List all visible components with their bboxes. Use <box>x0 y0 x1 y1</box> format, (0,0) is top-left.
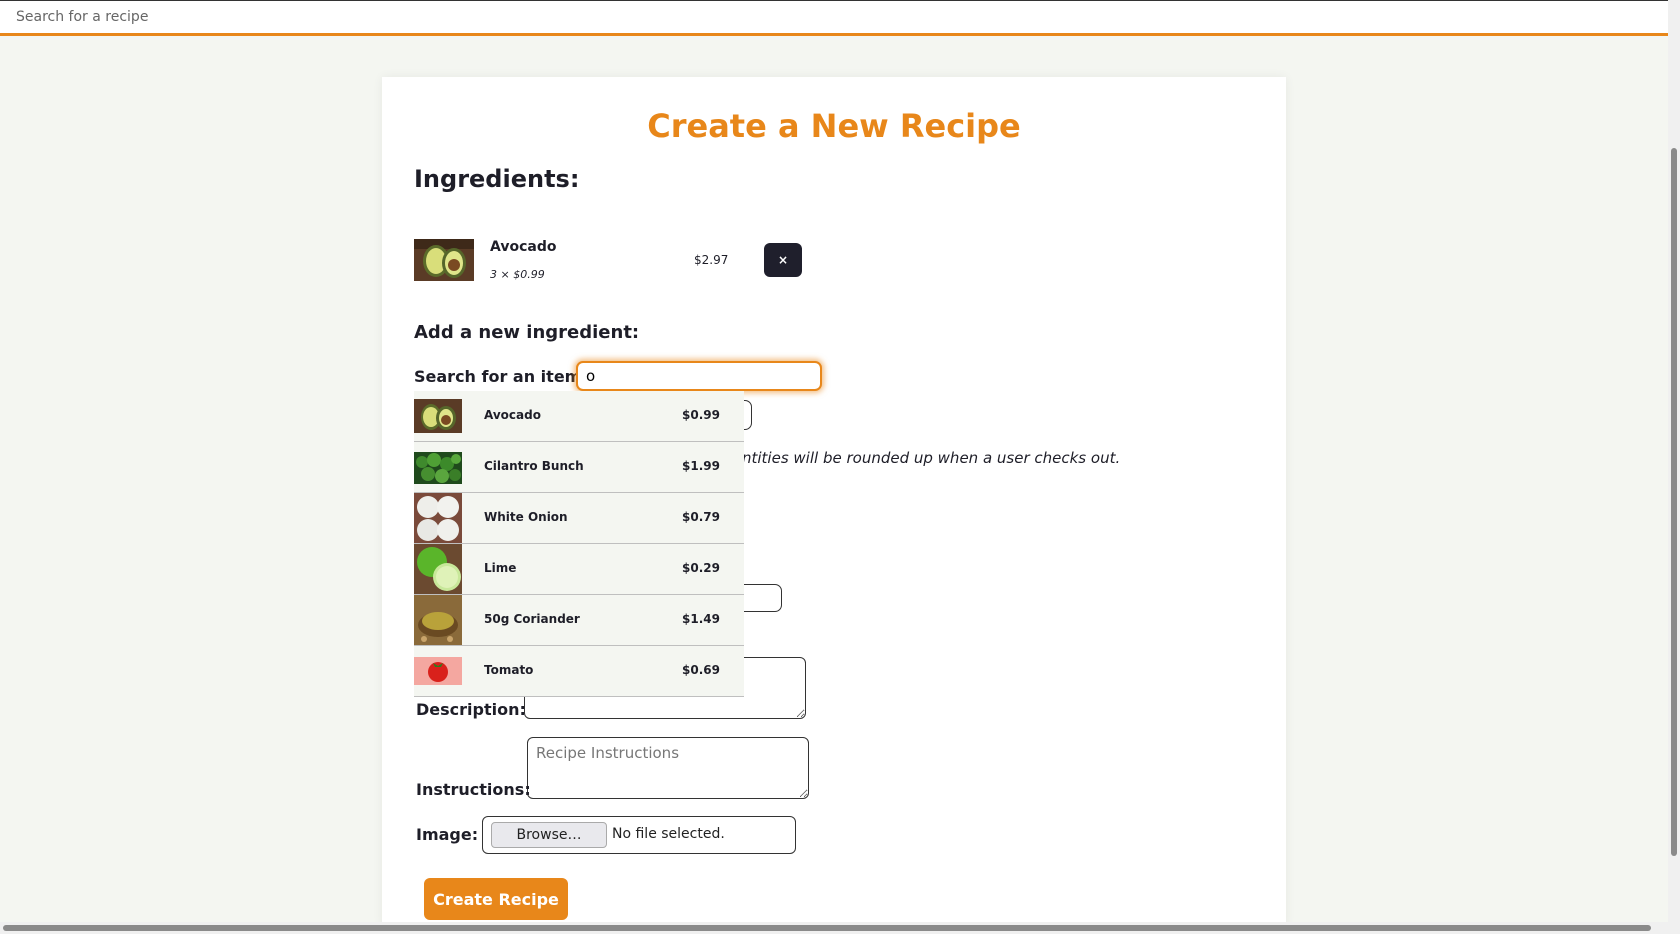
tomato-thumbnail <box>414 657 462 685</box>
suggestion-name: 50g Coriander <box>484 612 580 626</box>
add-ingredient-heading: Add a new ingredient: <box>414 322 640 343</box>
suggestion-price: $1.49 <box>682 612 720 626</box>
image-label: Image: <box>416 825 479 844</box>
recipe-search-bar <box>0 0 1668 36</box>
page-title: Create a New Recipe <box>647 107 1021 145</box>
suggestion-item[interactable]: Tomato $0.69 <box>414 646 744 697</box>
suggestion-name: Avocado <box>484 408 541 422</box>
suggestion-price: $0.29 <box>682 561 720 575</box>
search-item-input[interactable] <box>576 361 822 391</box>
suggestion-name: White Onion <box>484 510 568 524</box>
create-recipe-card: Create a New Recipe Ingredients: Avocado… <box>382 77 1286 927</box>
file-status: No file selected. <box>612 826 725 842</box>
instructions-label: Instructions: <box>416 780 531 799</box>
ingredient-row: Avocado 3 × $0.99 $2.97 × <box>414 239 834 289</box>
search-item-label: Search for an item: <box>414 367 588 386</box>
suggestion-item[interactable]: Lime $0.29 <box>414 544 744 595</box>
create-recipe-button[interactable]: Create Recipe <box>424 878 568 920</box>
suggestion-item[interactable]: Avocado $0.99 <box>414 391 744 442</box>
cilantro-thumbnail <box>414 452 462 484</box>
horizontal-scrollbar[interactable] <box>0 922 1668 934</box>
suggestion-name: Tomato <box>484 663 534 677</box>
lime-thumbnail <box>414 544 462 594</box>
ingredients-heading: Ingredients: <box>414 165 580 193</box>
ingredient-name: Avocado <box>490 239 557 255</box>
avocado-thumbnail <box>414 399 462 433</box>
suggestion-price: $0.79 <box>682 510 720 524</box>
description-label: Description: <box>416 700 526 719</box>
remove-ingredient-button[interactable]: × <box>764 243 802 277</box>
vertical-scrollbar[interactable] <box>1668 0 1680 934</box>
recipe-search-input[interactable] <box>0 1 1668 33</box>
vertical-scroll-thumb[interactable] <box>1671 148 1677 856</box>
suggestion-item[interactable]: White Onion $0.79 <box>414 493 744 544</box>
avocado-thumbnail <box>414 239 474 281</box>
suggestion-price: $0.69 <box>682 663 720 677</box>
suggestion-item[interactable]: Cilantro Bunch $1.99 <box>414 442 744 493</box>
image-file-input[interactable]: Browse… No file selected. <box>482 816 796 854</box>
onion-thumbnail <box>414 493 462 543</box>
rounding-note: ntities will be rounded up when a user c… <box>742 449 1121 467</box>
suggestion-price: $0.99 <box>682 408 720 422</box>
horizontal-scroll-thumb[interactable] <box>3 925 1651 931</box>
suggestion-name: Cilantro Bunch <box>484 459 584 473</box>
ingredient-total: $2.97 <box>694 253 729 267</box>
suggestion-price: $1.99 <box>682 459 720 473</box>
suggestion-item[interactable]: 50g Coriander $1.49 <box>414 595 744 646</box>
coriander-thumbnail <box>414 595 462 645</box>
browse-button[interactable]: Browse… <box>491 822 607 848</box>
ingredient-quantity: 3 × $0.99 <box>490 268 545 281</box>
search-suggestions-dropdown: Avocado $0.99 Cilantro Bunch $1.99 White… <box>414 391 744 697</box>
instructions-textarea[interactable] <box>527 737 809 799</box>
suggestion-name: Lime <box>484 561 517 575</box>
